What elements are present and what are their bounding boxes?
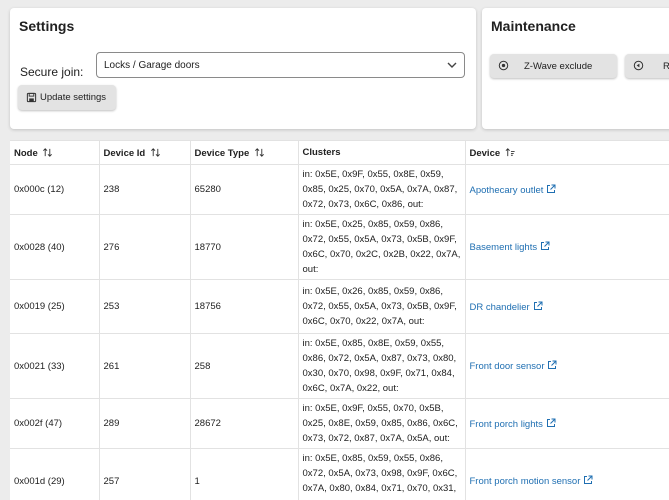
device-link[interactable]: DR chandelier <box>470 302 530 313</box>
header-device-id[interactable]: Device Id <box>99 140 191 165</box>
maintenance-second-button[interactable]: R <box>625 54 669 78</box>
header-device[interactable]: Device <box>465 140 669 165</box>
table-row: 0x0028 (40) 276 18770 in: 0x5E, 0x25, 0x… <box>10 214 669 280</box>
cell-device-id: 276 <box>99 214 191 280</box>
remove-circle-icon <box>498 60 509 71</box>
external-link-icon[interactable] <box>533 301 543 311</box>
cell-clusters: in: 0x5E, 0x85, 0x59, 0x55, 0x86, 0x72, … <box>298 448 466 500</box>
table-row: 0x000c (12) 238 65280 in: 0x5E, 0x9F, 0x… <box>10 164 669 215</box>
table-header-row: Node Device Id Device Type Clusters Devi… <box>10 140 669 165</box>
sort-icon <box>150 147 160 157</box>
device-link[interactable]: Basement lights <box>470 242 538 253</box>
cell-device: Apothecary outlet <box>465 164 669 215</box>
header-device-type[interactable]: Device Type <box>190 140 299 165</box>
cell-node: 0x0019 (25) <box>10 279 100 334</box>
secure-join-label: Secure join: <box>20 65 84 79</box>
cell-node: 0x001d (29) <box>10 448 100 500</box>
refresh-circle-icon <box>633 60 644 71</box>
external-link-icon[interactable] <box>546 184 556 194</box>
sort-icon <box>43 147 53 157</box>
update-settings-button[interactable]: Update settings <box>18 85 116 110</box>
cell-device-id: 257 <box>99 448 191 500</box>
external-link-icon[interactable] <box>547 360 557 370</box>
table-row: 0x001d (29) 257 1 in: 0x5E, 0x85, 0x59, … <box>10 448 669 500</box>
table-row: 0x0021 (33) 261 258 in: 0x5E, 0x85, 0x8E… <box>10 333 669 399</box>
secure-join-value: Locks / Garage doors <box>104 60 200 71</box>
cell-device-type: 28672 <box>190 398 299 449</box>
maintenance-card: Maintenance Z-Wave exclude R <box>482 8 669 129</box>
header-device-label: Device <box>469 147 501 159</box>
external-link-icon[interactable] <box>583 475 593 485</box>
cell-clusters: in: 0x5E, 0x85, 0x8E, 0x59, 0x55, 0x86, … <box>298 333 466 399</box>
settings-card: Settings Secure join: Locks / Garage doo… <box>10 8 476 129</box>
zwave-exclude-label: Z-Wave exclude <box>524 61 593 72</box>
cell-node: 0x0021 (33) <box>10 333 100 399</box>
sort-icon <box>254 147 264 157</box>
cell-clusters: in: 0x5E, 0x9F, 0x55, 0x8E, 0x59, 0x85, … <box>298 164 466 215</box>
header-node[interactable]: Node <box>10 140 100 165</box>
maintenance-second-label: R <box>663 61 669 72</box>
header-clusters-label: Clusters <box>302 147 341 158</box>
cell-device-id: 289 <box>99 398 191 449</box>
cell-device: Front door sensor <box>465 333 669 399</box>
header-device-id-label: Device Id <box>103 147 146 159</box>
cell-device-id: 261 <box>99 333 191 399</box>
devices-table: Node Device Id Device Type Clusters Devi… <box>10 140 669 500</box>
cell-node: 0x0028 (40) <box>10 214 100 280</box>
cell-device: Front porch motion sensor <box>465 448 669 500</box>
cell-node: 0x002f (47) <box>10 398 100 449</box>
cell-clusters: in: 0x5E, 0x26, 0x85, 0x59, 0x86, 0x72, … <box>298 279 466 334</box>
device-link[interactable]: Apothecary outlet <box>470 185 544 196</box>
update-settings-label: Update settings <box>40 92 107 103</box>
sort-alpha-asc-icon <box>505 147 515 156</box>
device-link[interactable]: Front porch lights <box>470 419 543 430</box>
cell-device-type: 18770 <box>190 214 299 280</box>
cell-device-type: 18756 <box>190 279 299 334</box>
table-row: 0x0019 (25) 253 18756 in: 0x5E, 0x26, 0x… <box>10 279 669 334</box>
chevron-down-icon <box>447 62 457 68</box>
header-device-type-label: Device Type <box>194 147 250 159</box>
secure-join-select[interactable]: Locks / Garage doors <box>96 52 465 78</box>
cell-device-type: 65280 <box>190 164 299 215</box>
header-clusters: Clusters <box>298 140 466 165</box>
device-link[interactable]: Front porch motion sensor <box>470 476 581 487</box>
external-link-icon[interactable] <box>540 241 550 251</box>
cell-device-id: 238 <box>99 164 191 215</box>
devices-table-container: Node Device Id Device Type Clusters Devi… <box>10 140 669 500</box>
cell-device: DR chandelier <box>465 279 669 334</box>
cell-clusters: in: 0x5E, 0x9F, 0x55, 0x70, 0x5B, 0x25, … <box>298 398 466 449</box>
cell-node: 0x000c (12) <box>10 164 100 215</box>
zwave-exclude-button[interactable]: Z-Wave exclude <box>490 54 617 78</box>
cell-device: Basement lights <box>465 214 669 280</box>
maintenance-title: Maintenance <box>491 18 576 34</box>
settings-title: Settings <box>19 18 75 34</box>
cell-device-id: 253 <box>99 279 191 334</box>
cell-clusters: in: 0x5E, 0x25, 0x85, 0x59, 0x86, 0x72, … <box>298 214 466 280</box>
save-icon <box>26 92 37 103</box>
cell-device: Front porch lights <box>465 398 669 449</box>
device-link[interactable]: Front door sensor <box>470 361 545 372</box>
table-row: 0x002f (47) 289 28672 in: 0x5E, 0x9F, 0x… <box>10 398 669 449</box>
external-link-icon[interactable] <box>546 418 556 428</box>
cell-device-type: 1 <box>190 448 299 500</box>
cell-device-type: 258 <box>190 333 299 399</box>
header-node-label: Node <box>14 147 38 159</box>
